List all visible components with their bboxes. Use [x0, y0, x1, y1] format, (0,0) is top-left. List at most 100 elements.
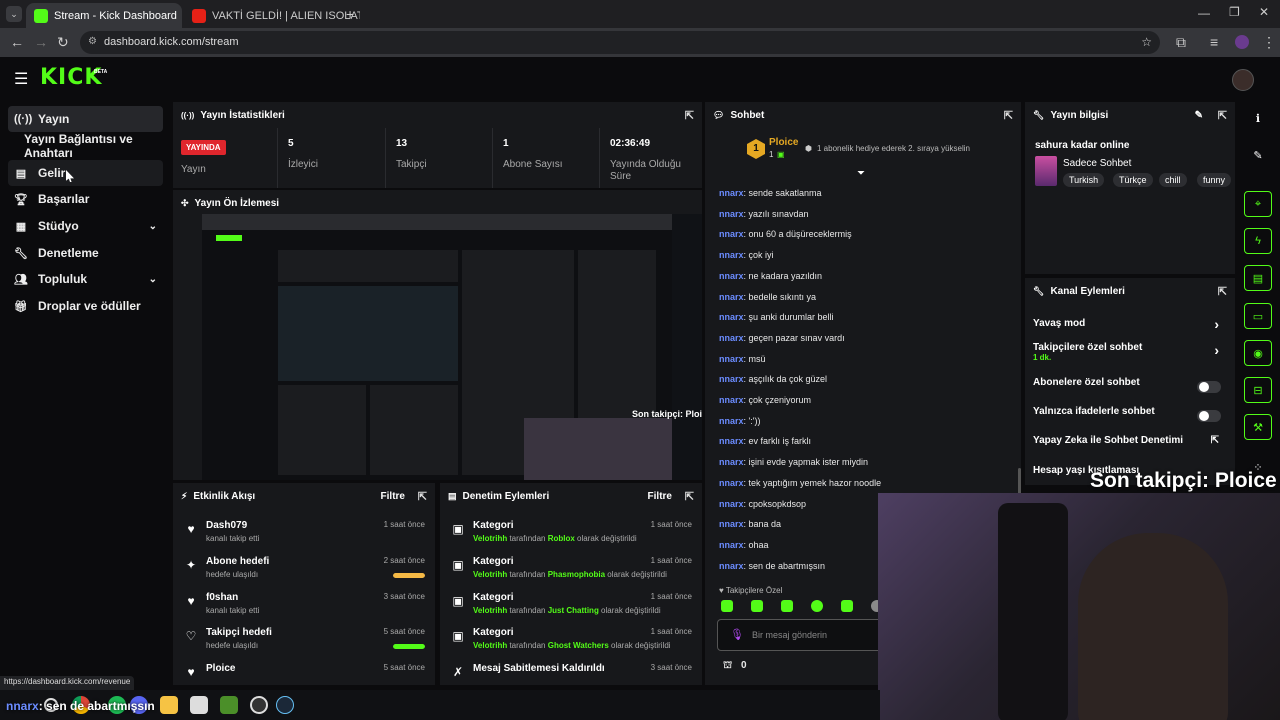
clip-icon[interactable]: ⌖: [1244, 191, 1272, 217]
media-control-icon[interactable]: ≡: [1210, 34, 1218, 50]
bookmark-star-icon[interactable]: ☆: [1141, 35, 1152, 49]
emote-icon[interactable]: [841, 600, 853, 612]
chat-username[interactable]: nnarx: [719, 374, 744, 384]
tag[interactable]: funny: [1197, 173, 1232, 187]
minecraft-icon[interactable]: [220, 696, 238, 714]
user-avatar[interactable]: [1232, 69, 1254, 91]
minimize-icon[interactable]: —: [1198, 6, 1210, 20]
chat-username[interactable]: nnarx: [719, 250, 744, 260]
microphone-icon[interactable]: 🎙︎: [730, 628, 744, 641]
layout-icon[interactable]: ⊟: [1244, 377, 1272, 403]
new-tab-icon[interactable]: +: [346, 6, 354, 22]
chat-username[interactable]: nnarx: [719, 209, 744, 219]
channel-points[interactable]: ⛫ 0: [723, 660, 747, 673]
emote-icon[interactable]: [721, 600, 733, 612]
chat-username[interactable]: nnarx: [719, 499, 744, 509]
wrench-icon[interactable]: ⚒: [1244, 414, 1272, 440]
extensions-icon[interactable]: ⧉: [1176, 34, 1186, 51]
chat-username[interactable]: nnarx: [719, 416, 744, 426]
emote-icon[interactable]: [811, 600, 823, 612]
chat-username[interactable]: nnarx: [719, 229, 744, 239]
filter-button[interactable]: Filtre: [381, 491, 405, 502]
chat-username[interactable]: nnarx: [719, 312, 744, 322]
chat-username[interactable]: nnarx: [719, 333, 744, 343]
edit-icon[interactable]: ✎: [1195, 110, 1203, 121]
followers-only-row[interactable]: Takipçilere özel sohbet 1 dk. ›: [1033, 342, 1227, 368]
chat-text: : bana da: [743, 519, 782, 530]
popout-icon[interactable]: ⇱: [418, 490, 427, 503]
ai-moderation-row[interactable]: Yapay Zeka ile Sohbet Denetimi ⇱: [1033, 435, 1227, 461]
broadcast-icon[interactable]: ◉: [1244, 340, 1272, 366]
webcam-overlay: [878, 493, 1280, 720]
tab-kick-dashboard[interactable]: Stream - Kick Dashboard ✕: [26, 3, 182, 28]
chat-username[interactable]: nnarx: [719, 188, 744, 198]
popout-icon[interactable]: ⇱: [1218, 109, 1227, 122]
chat-username[interactable]: nnarx: [719, 271, 744, 281]
chat-username[interactable]: nnarx: [719, 292, 744, 302]
chat-username[interactable]: nnarx: [719, 354, 744, 364]
hamburger-menu-icon[interactable]: ☰: [14, 69, 28, 89]
trophy-icon: 🏆︎: [14, 193, 28, 206]
chat-username[interactable]: nnarx: [719, 457, 744, 467]
sidebar-item-stream-key[interactable]: Yayın Bağlantısı ve Anahtarı: [18, 132, 168, 160]
sidebar-item-basarilar[interactable]: 🏆︎ Başarılar: [8, 186, 163, 212]
emote-icon[interactable]: [781, 600, 793, 612]
chat-bubble-icon[interactable]: ▭: [1244, 303, 1272, 329]
activity-title: Takipçi hedefi: [206, 627, 272, 638]
collapse-icon[interactable]: ⏷: [857, 168, 865, 179]
popout-icon[interactable]: ⇱: [1218, 285, 1227, 298]
tag[interactable]: chill: [1159, 173, 1187, 187]
address-bar-row: ← → ↻ ⚙ dashboard.kick.com/stream ☆ ⧉ ≡ …: [0, 28, 1280, 57]
forward-icon[interactable]: →: [34, 34, 48, 50]
tag[interactable]: Türkçe: [1113, 173, 1153, 187]
panel-header: ▤ Denetim Eylemleri Filtre ⇱: [440, 483, 702, 509]
info-icon[interactable]: ℹ: [1244, 105, 1272, 131]
site-info-icon[interactable]: ⚙: [88, 36, 97, 47]
folder-icon[interactable]: [160, 696, 178, 714]
store-icon[interactable]: [190, 696, 208, 714]
subscribers-only-toggle[interactable]: [1197, 381, 1221, 393]
popout-icon[interactable]: ⇱: [685, 490, 694, 503]
reload-icon[interactable]: ↻: [57, 34, 69, 51]
back-icon[interactable]: ←: [10, 34, 24, 50]
action-label: Yavaş mod: [1033, 318, 1086, 329]
edit-icon[interactable]: ✎: [1244, 142, 1272, 168]
chat-message: nnarx: cpoksopkdsop: [719, 499, 806, 509]
sidebar-item-studyo[interactable]: ▦ Stüdyo ⌄: [8, 213, 163, 239]
emote-icon[interactable]: [751, 600, 763, 612]
emote-only-toggle[interactable]: [1197, 410, 1221, 422]
lightning-icon[interactable]: ϟ: [1244, 228, 1272, 254]
filter-button[interactable]: Filtre: [648, 491, 672, 502]
maximize-icon[interactable]: ❐: [1229, 5, 1240, 19]
chat-input[interactable]: 🎙︎ Bir mesaj gönderin: [717, 619, 887, 651]
tab-search-dropdown[interactable]: ⌄: [6, 6, 22, 22]
obs-icon[interactable]: [250, 696, 268, 714]
list-item: ▣ Kategori Velotrihh tarafından Just Cha…: [448, 589, 692, 623]
preview-video[interactable]: Son takipçi: Ploice: [202, 214, 702, 480]
sidebar-item-topluluk[interactable]: 👥︎ Topluluk ⌄: [8, 266, 163, 292]
tab-youtube[interactable]: VAKTİ GELDİ! | ALIEN ISOLATIO ✕: [184, 3, 360, 28]
popout-icon[interactable]: ⇱: [1004, 109, 1013, 122]
url-field[interactable]: ⚙ dashboard.kick.com/stream ☆: [80, 31, 1160, 54]
close-window-icon[interactable]: ✕: [1259, 5, 1269, 19]
sidebar-item-droplar[interactable]: 🎁︎ Droplar ve ödüller: [8, 293, 163, 319]
panel-title: Sohbet: [730, 109, 765, 121]
chat-username[interactable]: nnarx: [719, 436, 744, 446]
slow-mode-row[interactable]: Yavaş mod ›: [1033, 316, 1227, 344]
sidebar-item-gelir[interactable]: ▤ Gelir: [8, 160, 163, 186]
chat-username[interactable]: nnarx: [719, 395, 744, 405]
tag[interactable]: Turkish: [1063, 173, 1105, 187]
chat-username[interactable]: nnarx: [719, 478, 744, 488]
popout-icon[interactable]: ⇱: [685, 109, 694, 122]
chat-username[interactable]: nnarx: [719, 540, 744, 550]
chat-username[interactable]: nnarx: [719, 519, 744, 529]
chat-username[interactable]: nnarx: [719, 561, 744, 571]
profile-avatar[interactable]: [1235, 35, 1249, 49]
sidebar-item-yayin[interactable]: ((·)) Yayın: [8, 106, 163, 132]
gift-leaderboard[interactable]: 1 Ploice 1 ▣ ⬢ 1 abonelik hediye ederek …: [747, 136, 997, 164]
document-icon[interactable]: ▤: [1244, 265, 1272, 291]
panel-header: 🔧︎ Kanal Eylemleri ⇱: [1025, 278, 1235, 304]
browser-menu-icon[interactable]: ⋮: [1262, 34, 1276, 51]
sidebar-item-denetleme[interactable]: 🔧︎ Denetleme: [8, 240, 163, 266]
steam-icon[interactable]: [276, 696, 294, 714]
